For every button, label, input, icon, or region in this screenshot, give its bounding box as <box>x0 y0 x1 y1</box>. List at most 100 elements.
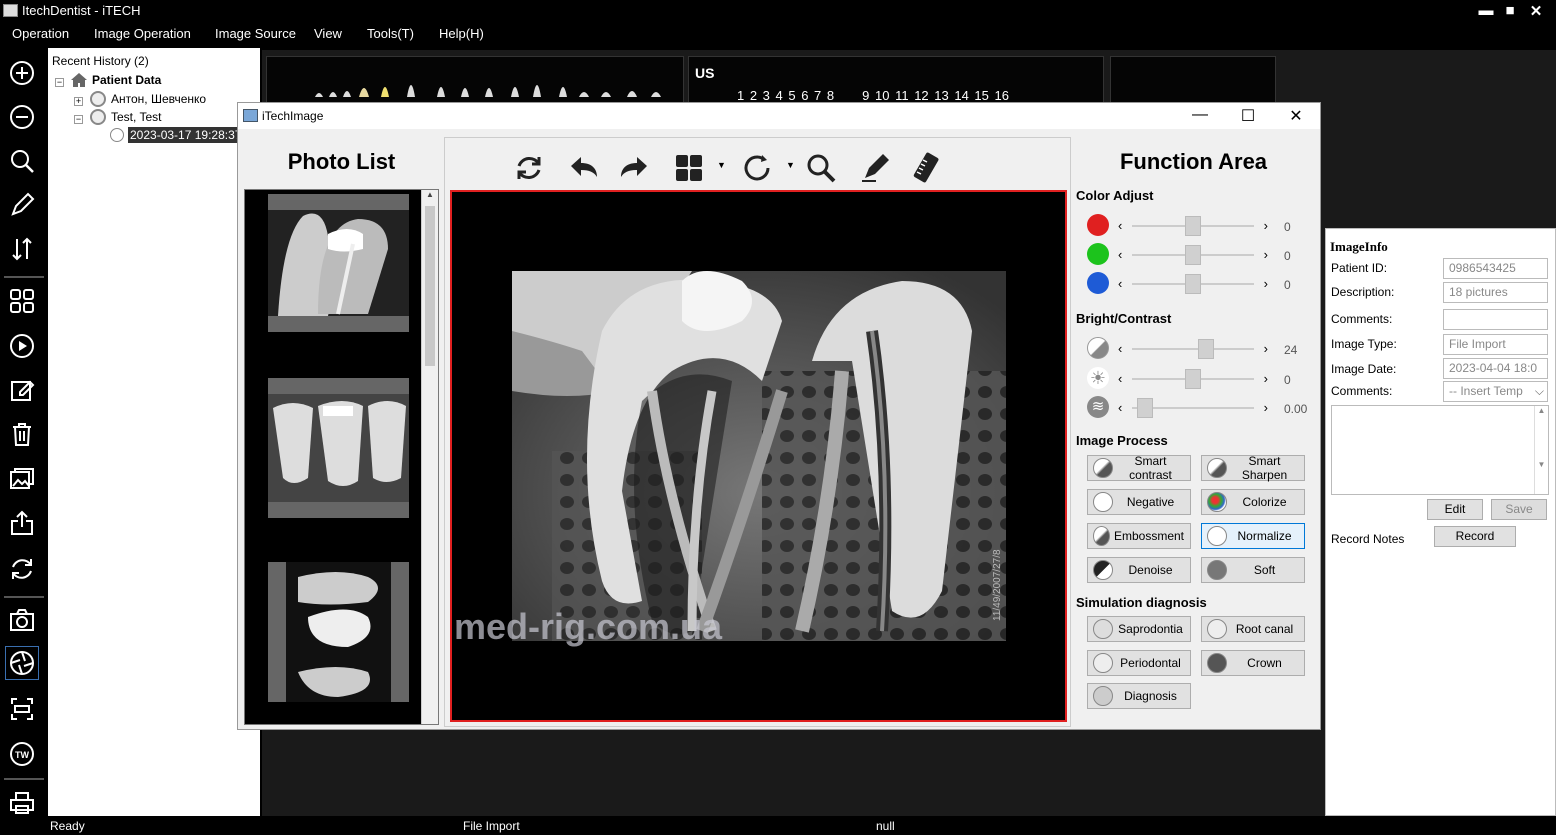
colorize-button[interactable]: Colorize <box>1201 489 1305 515</box>
dialog-minimize-button[interactable]: — <box>1188 106 1212 124</box>
xray-viewer[interactable]: 11/49/2007/27/8 med-rig.com.ua <box>450 190 1067 722</box>
denoise-button[interactable]: Denoise <box>1087 557 1191 583</box>
save-button[interactable]: Save <box>1491 499 1547 520</box>
slider-knob[interactable] <box>1185 245 1201 265</box>
sort-icon[interactable] <box>5 232 39 266</box>
tooth-icon <box>1207 619 1227 639</box>
negative-icon <box>1093 492 1113 512</box>
comments-field[interactable] <box>1443 309 1548 330</box>
slider-knob[interactable] <box>1185 274 1201 294</box>
slider-knob[interactable] <box>1197 339 1214 359</box>
gamma-icon: ≋ <box>1087 396 1109 418</box>
slider-knob[interactable] <box>1185 369 1201 389</box>
scanner-icon[interactable] <box>5 692 39 726</box>
minimize-button[interactable]: ▬ <box>1476 2 1496 19</box>
refresh-icon[interactable] <box>5 552 39 586</box>
photo-list-scrollbar[interactable]: ▲ <box>421 190 438 724</box>
menu-tools[interactable]: Tools(T) <box>367 26 414 41</box>
menu-view[interactable]: View <box>314 26 342 41</box>
dialog-title-bar: iTechImage — ☐ ✕ <box>238 103 1320 129</box>
tree-patient-1[interactable]: Антон, Шевченко <box>111 92 206 106</box>
dialog-maximize-button[interactable]: ☐ <box>1236 106 1260 126</box>
xray-image[interactable]: 11/49/2007/27/8 <box>512 271 1006 641</box>
refresh-icon[interactable] <box>511 150 547 186</box>
edit-button[interactable]: Edit <box>1427 499 1483 520</box>
tw-icon[interactable]: TW <box>5 737 39 771</box>
contrast-slider[interactable]: ‹ › <box>1118 339 1268 359</box>
play-icon[interactable] <box>5 329 39 363</box>
smart-contrast-button[interactable]: Smart contrast <box>1087 454 1191 482</box>
embossment-button[interactable]: Embossment <box>1087 523 1191 549</box>
magnifier-icon[interactable] <box>803 150 839 186</box>
gamma-slider[interactable]: ‹ › <box>1118 398 1268 418</box>
tree-session-selected[interactable]: 2023-03-17 19:28:37 <box>128 127 244 143</box>
undo-icon[interactable] <box>565 150 601 186</box>
search-icon[interactable] <box>5 144 39 178</box>
close-button[interactable]: ✕ <box>1526 2 1546 20</box>
collapse-toggle[interactable]: − <box>55 78 64 87</box>
smart-sharpen-button[interactable]: Smart Sharpen <box>1201 454 1305 482</box>
menu-operation[interactable]: Operation <box>12 26 69 41</box>
add-icon[interactable] <box>5 56 39 90</box>
comments-template-select[interactable]: -- Insert Temp ⌵ <box>1443 381 1548 402</box>
itech-image-dialog: iTechImage — ☐ ✕ Photo List ▲ ▼ ▼ 11/49/… <box>237 102 1321 730</box>
diagnosis-button[interactable]: Diagnosis <box>1087 683 1191 709</box>
soft-button[interactable]: Soft <box>1201 557 1305 583</box>
normalize-button[interactable]: Normalize <box>1201 523 1305 549</box>
layout-dropdown-icon[interactable]: ▼ <box>717 160 726 170</box>
tree-patient-2[interactable]: Test, Test <box>111 110 161 124</box>
aperture-icon[interactable] <box>5 646 39 680</box>
zoom-out-icon[interactable] <box>5 100 39 134</box>
menu-image-source[interactable]: Image Source <box>215 26 296 41</box>
rotate-icon[interactable] <box>739 150 775 186</box>
patient-id-field[interactable]: 0986543425 <box>1443 258 1548 279</box>
expand-toggle[interactable]: + <box>74 97 83 106</box>
menu-help[interactable]: Help(H) <box>439 26 484 41</box>
green-slider[interactable]: ‹ › <box>1118 245 1268 265</box>
scroll-up-icon[interactable]: ▲ <box>422 190 438 199</box>
rotate-dropdown-icon[interactable]: ▼ <box>786 160 795 170</box>
camera-icon[interactable] <box>5 603 39 637</box>
image-viewer-panel: ▼ ▼ 11/49/2007/27/8 med-rig.com.ua <box>444 137 1071 727</box>
negative-button[interactable]: Negative <box>1087 489 1191 515</box>
patient-tree: Recent History (2) − Patient Data + Анто… <box>48 48 260 816</box>
collapse-toggle[interactable]: − <box>74 115 83 124</box>
image-date-field[interactable]: 2023-04-04 18:0 <box>1443 358 1548 379</box>
notes-textarea[interactable]: ▲ ▼ <box>1331 405 1549 495</box>
periodontal-button[interactable]: Periodontal <box>1087 650 1191 676</box>
record-button[interactable]: Record <box>1434 526 1516 547</box>
draw-icon[interactable] <box>857 150 893 186</box>
blue-slider[interactable]: ‹ › <box>1118 274 1268 294</box>
gallery-icon[interactable] <box>5 462 39 496</box>
thumbnail-2[interactable] <box>268 378 409 518</box>
export-icon[interactable] <box>5 506 39 540</box>
gamma-value: 0.00 <box>1284 402 1308 416</box>
textarea-scrollbar[interactable]: ▲ ▼ <box>1534 406 1548 494</box>
root-canal-button[interactable]: Root canal <box>1201 616 1305 642</box>
scroll-thumb[interactable] <box>425 206 435 366</box>
pencil-icon[interactable] <box>5 188 39 222</box>
edit-icon[interactable] <box>5 373 39 407</box>
slider-knob[interactable] <box>1137 398 1154 418</box>
image-type-field[interactable]: File Import <box>1443 334 1548 355</box>
brightness-slider[interactable]: ‹ › <box>1118 369 1268 389</box>
slider-knob[interactable] <box>1185 216 1201 236</box>
red-slider[interactable]: ‹ › <box>1118 216 1268 236</box>
blue-value: 0 <box>1284 278 1291 292</box>
description-field[interactable]: 18 pictures <box>1443 282 1548 303</box>
patient-data-root[interactable]: Patient Data <box>92 73 161 87</box>
dialog-close-button[interactable]: ✕ <box>1284 106 1308 126</box>
ruler-icon[interactable] <box>909 150 945 186</box>
grid-icon[interactable] <box>5 284 39 318</box>
saprodontia-button[interactable]: Saprodontia <box>1087 616 1191 642</box>
maximize-button[interactable]: ■ <box>1500 2 1520 19</box>
crown-button[interactable]: Crown <box>1201 650 1305 676</box>
thumbnail-3[interactable] <box>268 562 409 702</box>
function-area-panel: Function Area Color Adjust ‹ › 0 ‹ › 0 ‹ › … <box>1076 137 1316 727</box>
redo-icon[interactable] <box>617 150 653 186</box>
trash-icon[interactable] <box>5 417 39 451</box>
printer-icon[interactable] <box>5 786 39 820</box>
thumbnail-1[interactable] <box>268 194 409 332</box>
layout-grid-icon[interactable] <box>671 150 707 186</box>
menu-image-operation[interactable]: Image Operation <box>94 26 191 41</box>
